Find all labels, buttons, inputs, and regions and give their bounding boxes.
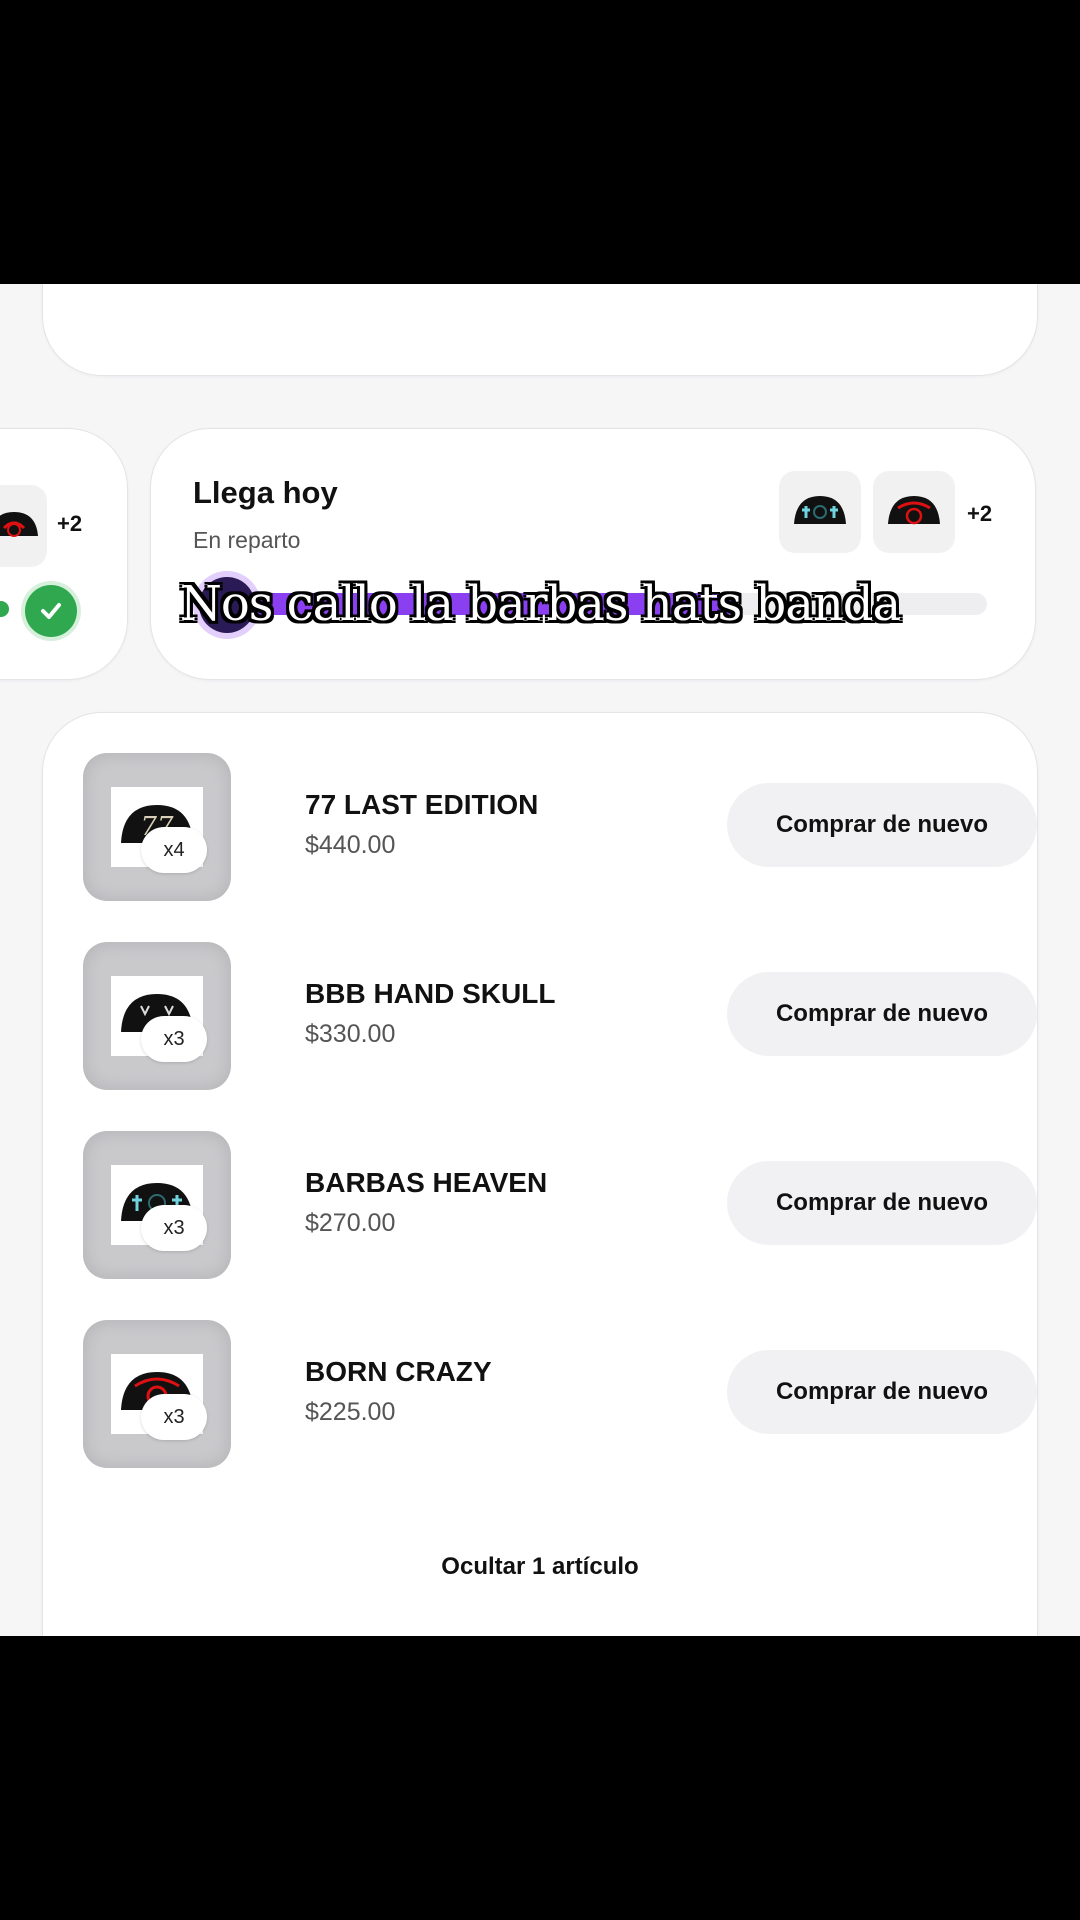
previous-card [42, 284, 1038, 376]
order-screen: +2 Llega hoy En reparto +2 x4 77 LAST ED… [0, 284, 1080, 1636]
previous-order-card[interactable]: +2 [0, 428, 128, 680]
item-thumbnail[interactable]: x3 [83, 1320, 231, 1468]
quantity-badge: x3 [141, 1205, 207, 1251]
item-name: 77 LAST EDITION [305, 789, 539, 820]
item-name: BARBAS HEAVEN [305, 1167, 548, 1198]
extra-items-count: +2 [57, 511, 83, 536]
extra-items-count: +2 [967, 501, 993, 526]
buy-again-button[interactable]: Comprar de nuevo [727, 1161, 1037, 1245]
cap-thumbnail [779, 471, 861, 553]
buy-again-button[interactable]: Comprar de nuevo [727, 783, 1037, 867]
item-name: BBB HAND SKULL [305, 978, 556, 1009]
item-thumbnail[interactable]: 77 x4 [83, 753, 231, 901]
order-items-card: 77 x4 77 LAST EDITION $440.00 Comprar de… [42, 712, 1038, 1636]
hide-items-link[interactable]: Ocultar 1 artículo [43, 1553, 1037, 1581]
buy-again-button[interactable]: Comprar de nuevo [727, 1350, 1037, 1434]
item-thumbnail[interactable]: x3 [83, 1131, 231, 1279]
delivery-title: Llega hoy [193, 475, 338, 510]
item-price: $225.00 [305, 1398, 396, 1426]
order-item-row: 77 x4 77 LAST EDITION $440.00 Comprar de… [83, 753, 1037, 903]
item-name: BORN CRAZY [305, 1356, 492, 1387]
delivery-status: En reparto [193, 527, 301, 553]
item-price: $270.00 [305, 1209, 396, 1237]
cap-heaven-icon [794, 496, 846, 524]
delivery-card[interactable]: Llega hoy En reparto +2 [150, 428, 1036, 680]
order-item-row: x3 BORN CRAZY $225.00 Comprar de nuevo [83, 1320, 1037, 1470]
cap-icon [0, 512, 38, 537]
item-price: $330.00 [305, 1020, 396, 1048]
cap-thumbnail [873, 471, 955, 553]
buy-again-button[interactable]: Comprar de nuevo [727, 972, 1037, 1056]
order-item-row: x3 BBB HAND SKULL $330.00 Comprar de nue… [83, 942, 1037, 1092]
item-thumbnail[interactable]: x3 [83, 942, 231, 1090]
item-price: $440.00 [305, 831, 396, 859]
quantity-badge: x3 [141, 1394, 207, 1440]
quantity-badge: x3 [141, 1016, 207, 1062]
order-item-row: x3 BARBAS HEAVEN $270.00 Comprar de nuev… [83, 1131, 1037, 1281]
cap-born-crazy-icon [888, 496, 940, 525]
video-caption: Nos callo la barbas hats banda [179, 576, 901, 632]
quantity-badge: x4 [141, 827, 207, 873]
cap-thumbnail [0, 485, 47, 567]
